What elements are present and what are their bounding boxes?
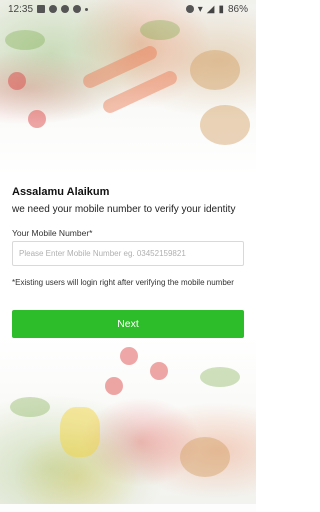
notification-dot-icon xyxy=(85,7,89,11)
battery-percent: 86% xyxy=(227,3,248,15)
next-button[interactable]: Next xyxy=(12,310,244,338)
verify-subtitle: we need your mobile number to verify you… xyxy=(12,204,236,215)
image-icon xyxy=(37,5,46,13)
p-icon xyxy=(49,5,58,13)
mobile-number-label: Your Mobile Number* xyxy=(12,228,93,238)
whatsapp-icon xyxy=(73,5,82,13)
signal-icon: ◢ xyxy=(206,3,215,15)
wifi-icon: ▾ xyxy=(197,3,203,15)
alarm-icon xyxy=(185,5,194,13)
existing-users-note: *Existing users will login right after v… xyxy=(12,278,234,287)
mobile-number-input[interactable] xyxy=(12,241,244,266)
facebook-icon xyxy=(61,5,70,13)
status-time: 12:35 xyxy=(8,3,34,15)
login-form: Assalamu Alaikum we need your mobile num… xyxy=(0,0,256,512)
status-bar: 12:35 ▾ ◢ ▮ 86% xyxy=(0,0,256,18)
greeting-title: Assalamu Alaikum xyxy=(12,186,110,198)
battery-icon: ▮ xyxy=(218,3,224,15)
